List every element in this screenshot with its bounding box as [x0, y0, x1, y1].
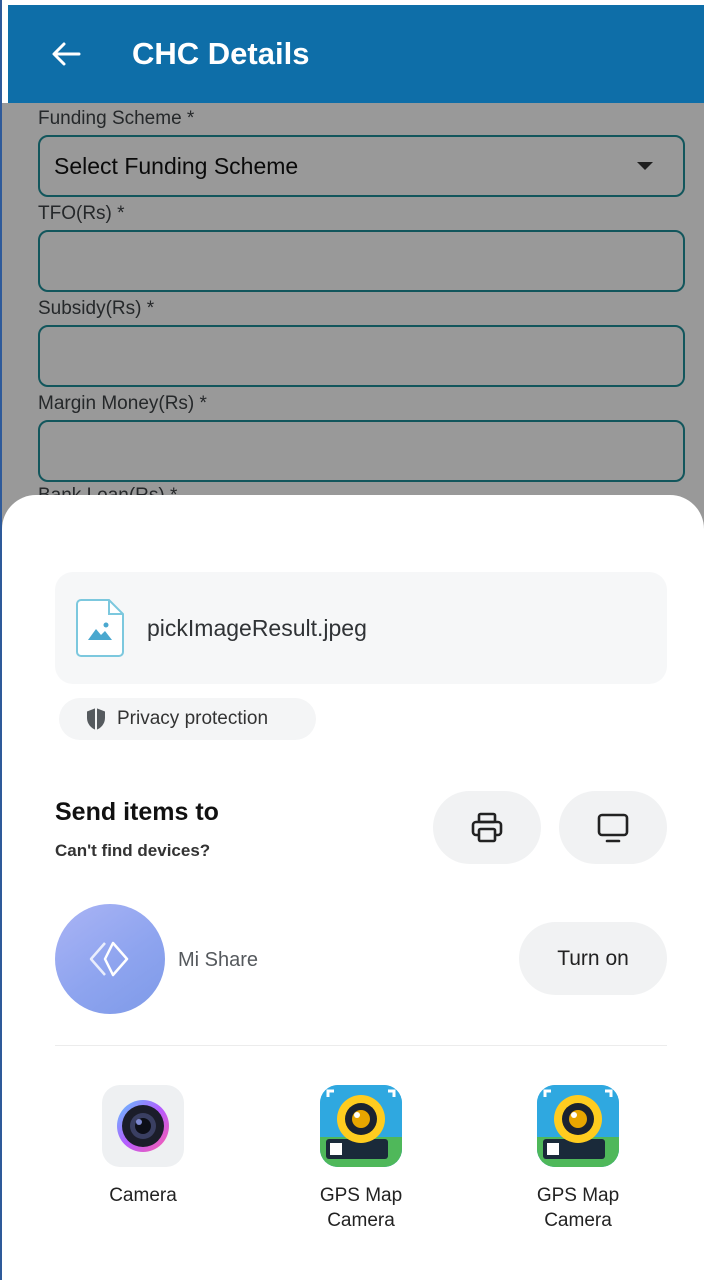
back-button[interactable] — [36, 24, 96, 84]
app-bar: CHC Details — [8, 5, 704, 103]
monitor-icon — [597, 813, 629, 842]
frame-edge — [0, 0, 2, 1280]
mi-share-label: Mi Share — [178, 949, 259, 971]
app-label: GPS Map Camera — [536, 1185, 620, 1231]
send-items-title: Send items to — [55, 798, 219, 826]
app-camera[interactable]: Camera — [48, 1085, 238, 1208]
page-title: CHC Details — [132, 36, 310, 71]
app-label: GPS Map Camera — [319, 1185, 403, 1231]
file-preview-card: pickImageResult.jpeg — [55, 572, 667, 684]
file-name: pickImageResult.jpeg — [147, 614, 367, 641]
gps-map-camera-icon — [320, 1085, 402, 1167]
mi-share-icon — [89, 941, 129, 977]
shield-icon — [87, 708, 105, 730]
arrow-left-icon — [52, 42, 81, 66]
cant-find-devices-link[interactable]: Can't find devices? — [55, 841, 210, 861]
print-button[interactable] — [433, 791, 541, 864]
privacy-protection-label: Privacy protection — [117, 708, 269, 729]
mi-share-button[interactable] — [55, 904, 165, 1014]
printer-icon — [471, 812, 503, 842]
screen-cast-button[interactable] — [559, 791, 667, 864]
gps-map-camera-icon — [537, 1085, 619, 1167]
privacy-protection-chip[interactable]: Privacy protection — [59, 698, 316, 740]
share-sheet: pickImageResult.jpeg Privacy protection … — [2, 495, 704, 1280]
app-gps-map-camera[interactable]: GPS Map Camera — [483, 1085, 673, 1233]
camera-app-icon — [102, 1085, 184, 1167]
app-label: Camera — [109, 1185, 177, 1206]
app-gps-map-camera[interactable]: GPS Map Camera — [266, 1085, 456, 1233]
turn-on-button[interactable]: Turn on — [519, 922, 667, 995]
divider — [55, 1045, 667, 1046]
image-file-icon — [76, 599, 124, 657]
